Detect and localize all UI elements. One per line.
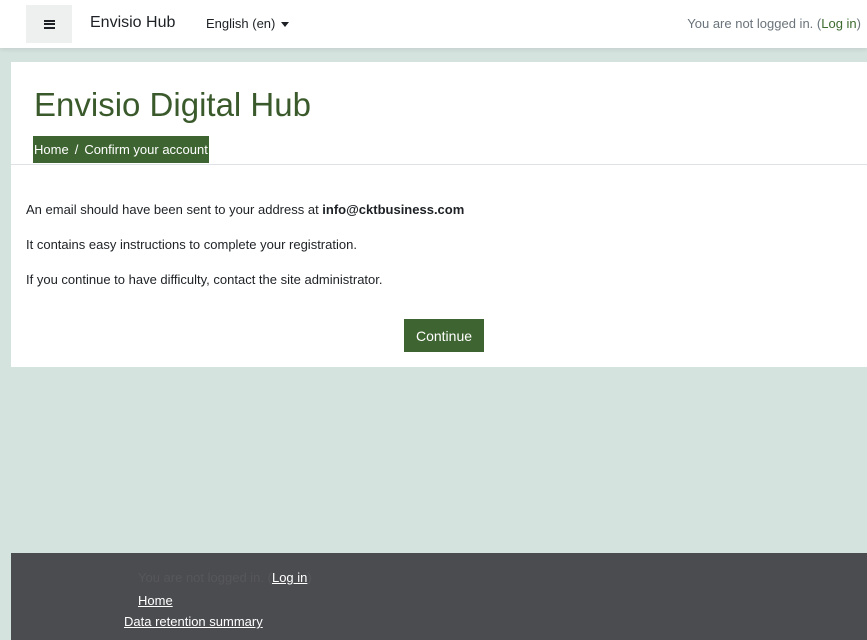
- language-label: English (en): [206, 16, 276, 31]
- caret-down-icon: [281, 21, 290, 27]
- language-menu[interactable]: English (en): [206, 16, 290, 31]
- email-sent-message: An email should have been sent to your a…: [26, 202, 464, 217]
- login-status-text: You are not logged in. (: [687, 16, 822, 31]
- footer-login-status: You are not logged in. (Log in): [138, 570, 312, 585]
- footer-login-link[interactable]: Log in: [272, 570, 307, 585]
- breadcrumb-separator: /: [74, 142, 79, 157]
- site-brand-link[interactable]: Envisio Hub: [90, 14, 175, 32]
- breadcrumb-home-link[interactable]: Home: [34, 142, 69, 157]
- header-divider: [11, 164, 867, 165]
- footer-data-retention-link[interactable]: Data retention summary: [124, 614, 263, 629]
- footer-home-link[interactable]: Home: [138, 593, 173, 608]
- page-title: Envisio Digital Hub: [34, 86, 311, 123]
- breadcrumb: Home / Confirm your account: [33, 136, 209, 163]
- login-link[interactable]: Log in: [821, 16, 856, 31]
- page-footer: You are not logged in. (Log in) Home Dat…: [11, 553, 867, 640]
- footer-login-suffix: ): [307, 570, 312, 585]
- difficulty-message: If you continue to have difficulty, cont…: [26, 272, 383, 287]
- footer-login-text: You are not logged in. (: [138, 570, 272, 585]
- hamburger-menu-button[interactable]: [26, 5, 72, 43]
- continue-button[interactable]: Continue: [404, 319, 484, 352]
- email-sent-text: An email should have been sent to your a…: [26, 202, 323, 217]
- hamburger-menu-icon: [43, 19, 55, 29]
- email-address: info@cktbusiness.com: [322, 202, 465, 217]
- main-content-card: Envisio Digital Hub Home / Confirm your …: [11, 62, 867, 367]
- login-status: You are not logged in. (Log in): [687, 16, 861, 31]
- breadcrumb-current: Confirm your account: [84, 142, 208, 157]
- login-status-suffix: ): [856, 16, 861, 31]
- instructions-message: It contains easy instructions to complet…: [26, 237, 357, 252]
- top-navbar: Envisio Hub English (en) You are not log…: [0, 0, 867, 48]
